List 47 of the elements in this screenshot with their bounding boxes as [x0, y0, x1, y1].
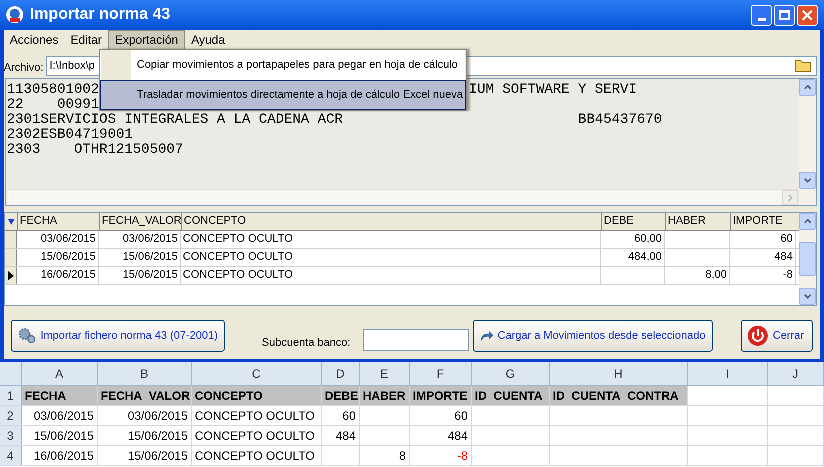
sheet-cell: CONCEPTO OCULTO [192, 406, 322, 425]
sheet-cell: 484 [410, 426, 472, 445]
grid-cell: 03/06/2015 [99, 231, 181, 248]
sheet-cell: CONCEPTO OCULTO [192, 426, 322, 445]
grid-cell: 15/06/2015 [99, 267, 181, 284]
grid-cell: -8 [730, 267, 796, 284]
grid-cell: 484,00 [601, 249, 665, 266]
sheet-cell: 484 [322, 426, 360, 445]
grid-cell: 60 [730, 231, 796, 248]
sheet-cell: FECHA_VALOR [98, 386, 192, 405]
sheet-cell: CONCEPTO [192, 386, 322, 405]
sheet-cell: HABER [360, 386, 410, 405]
grid-cell: 16/06/2015 [17, 267, 99, 284]
text-line: 22 00991 [7, 97, 100, 113]
grid-cell: 03/06/2015 [17, 231, 99, 248]
sheet-cell: 15/06/2015 [98, 446, 192, 465]
sheet-cell: FECHA [22, 386, 98, 405]
sheet-cell: 03/06/2015 [98, 406, 192, 425]
sheet-cell: 03/06/2015 [22, 406, 98, 425]
sheet-cell: 8 [360, 446, 410, 465]
grid-cell: 8,00 [665, 267, 730, 284]
window-title: Importar norma 43 [30, 5, 170, 25]
grid-cell: CONCEPTO OCULTO [181, 231, 601, 248]
text-line: 2301SERVICIOS INTEGRALES A LA CADENA ACR BB45437670 [7, 112, 662, 128]
sheet-cell: DEBE [322, 386, 360, 405]
sheet-cell: CONCEPTO OCULTO [192, 446, 322, 465]
sheet-cell: IMPORTE [410, 386, 472, 405]
grid-cell: CONCEPTO OCULTO [181, 267, 601, 284]
text-line: 2302ESB04719001 [7, 127, 134, 143]
text-line: 2303 OTHR121505007 [7, 142, 184, 158]
text-line: IUM SOFTWARE Y SERVI [469, 83, 638, 98]
grid-cell: 484 [730, 249, 796, 266]
subaccount-label: Subcuenta banco: [262, 336, 351, 351]
grid-cell: 15/06/2015 [17, 249, 99, 266]
grid-cell: CONCEPTO OCULTO [181, 249, 601, 266]
sheet-cell: 15/06/2015 [98, 426, 192, 445]
file-label: Archivo: [4, 60, 44, 76]
sheet-cell: ID_CUENTA [472, 386, 550, 405]
sheet-cell: 16/06/2015 [22, 446, 98, 465]
grid-cell: 60,00 [601, 231, 665, 248]
sheet-cell: 15/06/2015 [22, 426, 98, 445]
sheet-cell: 60 [410, 406, 472, 425]
sheet-cell: -8 [410, 446, 472, 465]
text-line: 11305801002 [7, 82, 100, 98]
sheet-cell: ID_CUENTA_CONTRA [550, 386, 688, 405]
sheet-cell: 60 [322, 406, 360, 425]
grid-cell: 15/06/2015 [99, 249, 181, 266]
